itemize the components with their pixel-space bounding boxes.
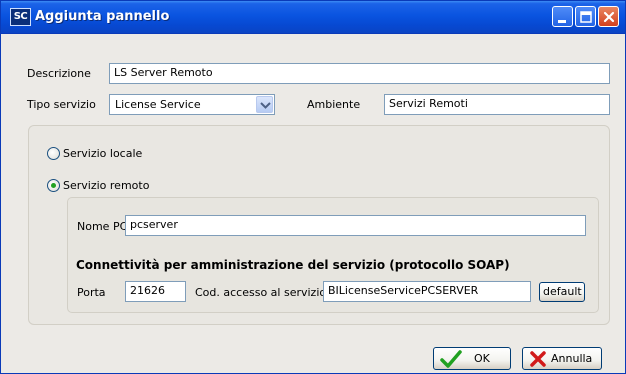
minimize-button[interactable]	[552, 6, 573, 27]
dialog-title: Aggiunta pannello	[35, 9, 170, 24]
cancel-button-label: Annulla	[551, 352, 593, 365]
maximize-button[interactable]	[575, 6, 596, 27]
cancel-button[interactable]: Annulla	[522, 347, 602, 370]
tipo-servizio-select[interactable]: License Service	[109, 94, 275, 115]
dialog-window: SC Aggiunta pannello Descrizione LS Serv…	[0, 0, 626, 374]
ok-button[interactable]: OK	[433, 347, 511, 370]
cod-accesso-label: Cod. accesso al servizio	[195, 286, 327, 299]
soap-section-title: Connettività per amministrazione del ser…	[76, 258, 510, 272]
minimize-icon	[558, 20, 566, 23]
radio-button-checked[interactable]	[47, 179, 60, 192]
ambiente-input[interactable]: Servizi Remoti	[384, 94, 610, 115]
maximize-icon	[580, 11, 592, 23]
ambiente-label: Ambiente	[307, 98, 361, 111]
app-sc-icon: SC	[10, 8, 31, 26]
title-bar[interactable]: SC Aggiunta pannello	[1, 1, 625, 34]
tipo-servizio-label: Tipo servizio	[27, 98, 96, 111]
close-icon	[603, 11, 615, 23]
default-button[interactable]: default	[539, 282, 585, 302]
servizio-locale-label: Servizio locale	[63, 147, 143, 160]
nome-pc-label: Nome PC	[77, 220, 128, 233]
descrizione-input[interactable]: LS Server Remoto	[109, 63, 610, 84]
dropdown-button[interactable]	[256, 96, 273, 113]
radio-button-unchecked[interactable]	[47, 147, 60, 160]
nome-pc-input[interactable]: pcserver	[125, 215, 586, 236]
checkmark-icon	[440, 350, 462, 368]
cod-accesso-input[interactable]: BILicenseServicePCSERVER	[323, 281, 531, 302]
porta-input[interactable]: 21626	[125, 281, 186, 302]
radio-selected-dot	[51, 183, 56, 188]
default-button-label: default	[543, 285, 582, 298]
ok-button-label: OK	[474, 352, 490, 365]
cancel-x-icon	[530, 351, 546, 367]
close-button[interactable]	[598, 6, 619, 27]
porta-label: Porta	[77, 286, 106, 299]
servizio-remoto-label: Servizio remoto	[63, 179, 150, 192]
tipo-servizio-value: License Service	[115, 98, 201, 111]
chevron-down-icon	[260, 102, 271, 109]
descrizione-label: Descrizione	[27, 67, 91, 80]
